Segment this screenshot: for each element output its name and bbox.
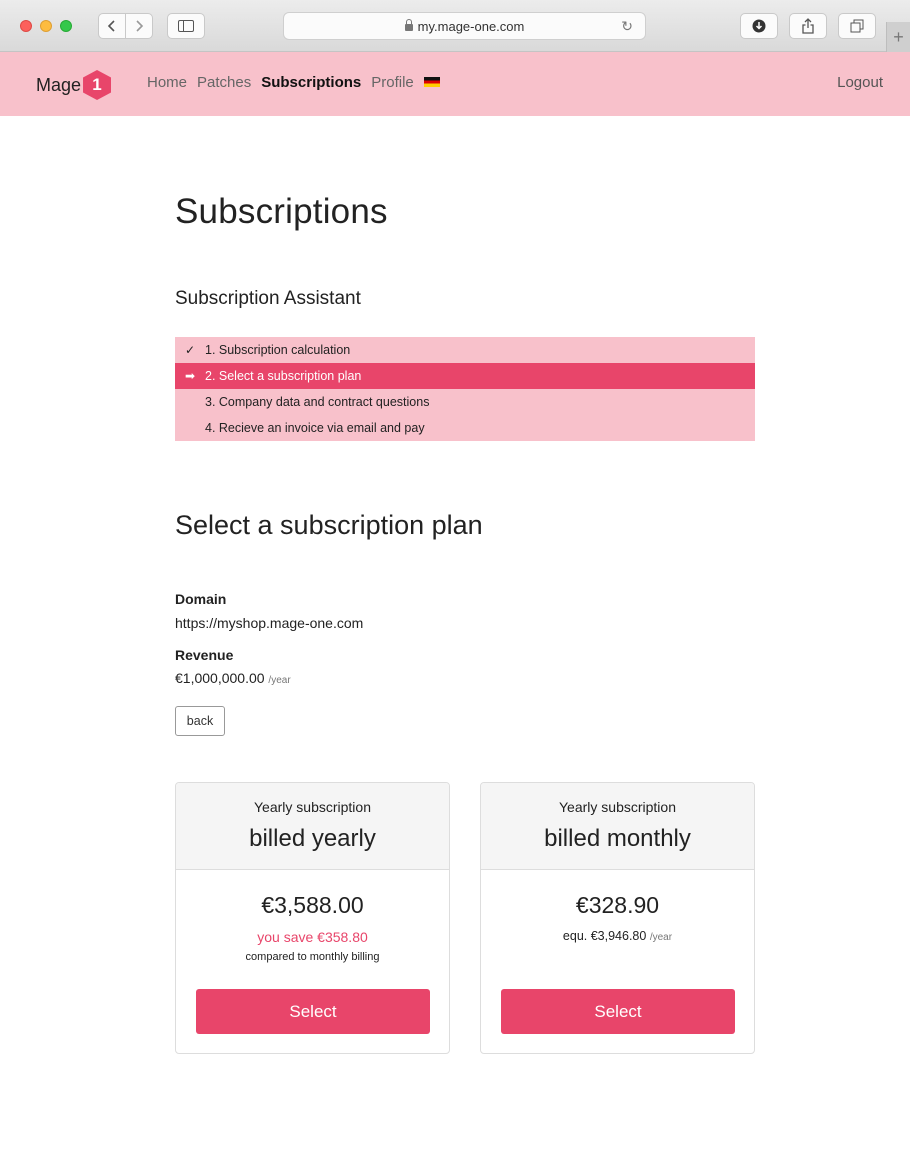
german-flag-icon[interactable] [423,77,440,87]
page-title: Subscriptions [175,192,388,231]
card-price: €3,588.00 [261,892,364,918]
card-equivalent: equ. €3,946.80 /year [481,929,754,943]
step-label: 2. Select a subscription plan [205,369,362,383]
share-button[interactable] [789,13,827,39]
card-equivalent-unit: /year [649,932,673,943]
step-item-current: ➡ 2. Select a subscription plan [175,363,755,389]
minimize-window-button[interactable] [40,20,52,32]
plan-title: Select a subscription plan [175,510,483,540]
back-button[interactable]: back [175,706,225,736]
plan-card-monthly: Yearly subscription billed monthly €328.… [480,782,755,1054]
card-savings: you save €358.80 [257,929,368,945]
card-subtitle: Yearly subscription [254,799,371,815]
chevron-left-icon [107,20,115,32]
show-tabs-button[interactable] [838,13,876,39]
logo[interactable]: Mage 1 [36,70,112,100]
maximize-window-button[interactable] [60,20,72,32]
nav-link-subscriptions[interactable]: Subscriptions [261,74,361,91]
close-window-button[interactable] [20,20,32,32]
card-subtitle: Yearly subscription [559,799,676,815]
nav-link-patches[interactable]: Patches [197,74,251,91]
download-icon [752,19,766,33]
assistant-steps: ✓ 1. Subscription calculation ➡ 2. Selec… [175,337,755,441]
nav-links: Home Patches Subscriptions Profile [147,74,440,91]
check-icon: ✓ [185,343,196,357]
domain-value: https://myshop.mage-one.com [175,615,364,631]
lock-icon [404,18,413,31]
share-icon [802,18,814,34]
address-url: my.mage-one.com [417,18,525,34]
step-label: 4. Recieve an invoice via email and pay [205,421,425,435]
logout-link[interactable]: Logout [837,74,883,91]
select-monthly-button[interactable]: Select [501,989,735,1034]
step-item: ✓ 1. Subscription calculation [175,337,755,363]
card-title: billed yearly [249,825,376,852]
forward-nav-button[interactable] [125,13,153,39]
assistant-title: Subscription Assistant [175,288,361,309]
card-price: €328.90 [575,892,660,918]
sidebar-toggle-button[interactable] [167,13,205,39]
sidebar-icon [178,20,194,32]
downloads-button[interactable] [740,13,778,39]
chevron-right-icon [136,20,144,32]
browser-toolbar: my.mage-one.com ↻ + [0,0,910,52]
select-yearly-button[interactable]: Select [196,989,430,1034]
reload-icon[interactable]: ↻ [621,18,633,35]
step-label: 3. Company data and contract questions [205,395,430,409]
plan-card-yearly: Yearly subscription billed yearly €3,588… [175,782,450,1054]
arrow-right-icon: ➡ [185,369,196,383]
nav-link-profile[interactable]: Profile [371,74,414,91]
new-tab-button[interactable]: + [886,22,910,52]
revenue-label: Revenue [175,647,234,663]
step-label: 1. Subscription calculation [205,343,351,357]
logo-badge: 1 [83,70,112,100]
revenue-value: €1,000,000.00 /year [175,670,291,686]
step-item: 3. Company data and contract questions [175,389,755,415]
revenue-amount: €1,000,000.00 [175,670,265,686]
nav-link-home[interactable]: Home [147,74,187,91]
address-bar[interactable]: my.mage-one.com ↻ [283,12,646,40]
domain-label: Domain [175,591,227,607]
card-equivalent-amount: equ. €3,946.80 [562,929,647,943]
step-item: 4. Recieve an invoice via email and pay [175,415,755,441]
card-header: Yearly subscription billed monthly [481,783,754,870]
logo-text: Mage [36,74,82,95]
back-nav-button[interactable] [98,13,126,39]
revenue-unit: /year [268,675,291,686]
card-title: billed monthly [544,825,691,852]
card-header: Yearly subscription billed yearly [176,783,449,870]
tabs-icon [850,19,864,33]
card-note: compared to monthly billing [245,951,380,963]
site-navbar: Mage 1 Home Patches Subscriptions Profil… [0,52,910,116]
